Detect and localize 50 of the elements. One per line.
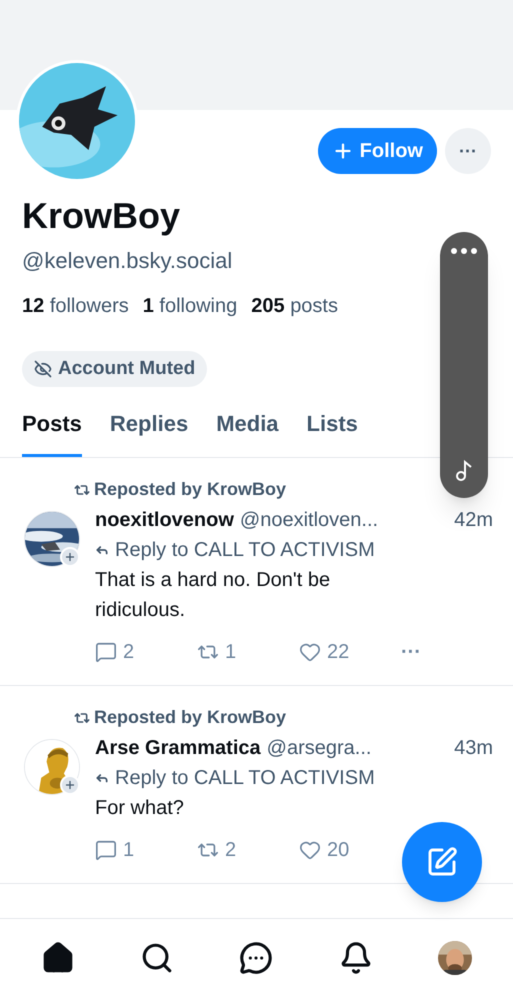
comment-icon: [95, 641, 117, 663]
eye-off-icon: [34, 360, 52, 378]
profile-stat[interactable]: 1 following: [142, 291, 238, 321]
plus-icon: [64, 779, 76, 791]
muted-label: Account Muted: [58, 356, 196, 381]
reply-button[interactable]: 2: [95, 637, 197, 667]
chat-icon[interactable]: [239, 941, 274, 975]
author-name[interactable]: noexitlovenow: [95, 505, 234, 535]
post-time[interactable]: 43m: [450, 733, 493, 763]
heart-icon: [299, 641, 321, 663]
more-button[interactable]: ···: [445, 128, 491, 174]
profile-name: KrowBoy: [22, 194, 182, 238]
bell-icon[interactable]: [338, 941, 373, 975]
profile-tab[interactable]: Media: [216, 403, 279, 457]
plus-icon: [64, 551, 76, 563]
reposted-by-label[interactable]: Reposted by KrowBoy: [94, 476, 286, 503]
profile-tab[interactable]: Posts: [22, 403, 82, 457]
reply-arrow-icon: [95, 543, 109, 557]
author-handle[interactable]: @noexitloven...: [240, 505, 378, 535]
repost-button[interactable]: 1: [197, 637, 299, 667]
profile-handle: @keleven.bsky.social: [22, 247, 232, 275]
compose-icon: [426, 846, 458, 878]
search-icon[interactable]: [140, 941, 174, 975]
reply-to-label[interactable]: Reply to CALL TO ACTIVISM: [115, 763, 375, 793]
music-note-icon[interactable]: [455, 460, 473, 482]
follow-badge[interactable]: [60, 547, 80, 567]
reposted-by-label[interactable]: Reposted by KrowBoy: [94, 704, 286, 731]
author-handle[interactable]: @arsegra...: [266, 733, 372, 763]
like-button[interactable]: 20: [299, 835, 401, 865]
author-name[interactable]: Arse Grammatica: [95, 733, 261, 763]
post-time[interactable]: 42m: [450, 505, 493, 535]
profile-tab[interactable]: Lists: [306, 403, 358, 457]
post-text: That is a hard no. Don't be ridiculous.: [95, 568, 332, 623]
reply-arrow-icon: [95, 771, 109, 785]
home-icon[interactable]: [40, 941, 75, 975]
profile-avatar[interactable]: [438, 941, 472, 975]
repost-button[interactable]: 2: [197, 835, 299, 865]
profile-stat[interactable]: 205 posts: [251, 291, 338, 321]
follow-badge[interactable]: [60, 775, 80, 795]
more-button[interactable]: ···: [401, 642, 421, 662]
follow-button[interactable]: Follow: [318, 128, 437, 174]
reply-button[interactable]: 1: [95, 835, 197, 865]
post-text: For what?: [95, 796, 185, 821]
profile-stat[interactable]: 12 followers: [22, 291, 129, 321]
profile-tab[interactable]: Replies: [110, 403, 188, 457]
comment-icon: [95, 839, 117, 861]
reply-to-label[interactable]: Reply to CALL TO ACTIVISM: [115, 535, 375, 565]
like-button[interactable]: 22: [299, 637, 401, 667]
heart-icon: [299, 839, 321, 861]
dots-icon[interactable]: [451, 248, 477, 254]
